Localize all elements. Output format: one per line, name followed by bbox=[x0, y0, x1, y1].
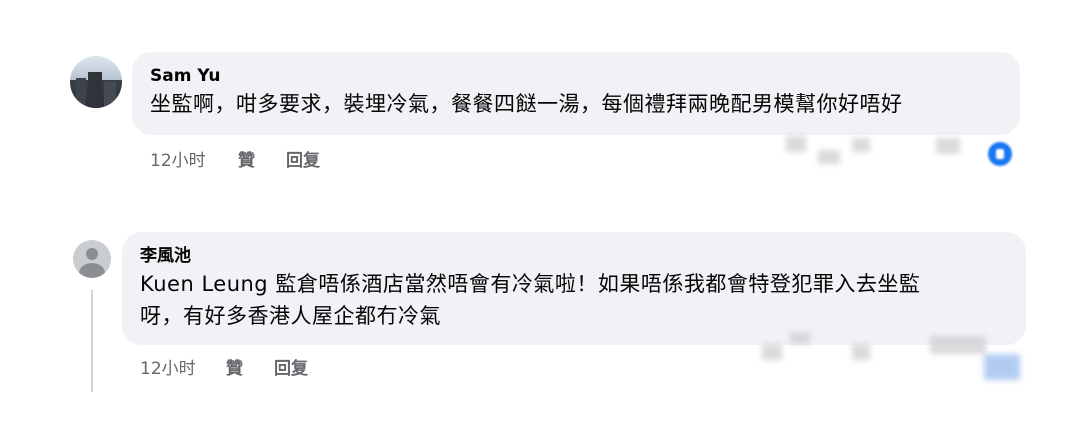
avatar-photo-building bbox=[76, 78, 86, 108]
reply-button[interactable]: 回复 bbox=[286, 146, 320, 171]
avatar-photo-building bbox=[88, 72, 102, 108]
avatar-body-shape bbox=[79, 263, 105, 278]
blurred-region bbox=[852, 138, 870, 152]
blurred-region bbox=[762, 344, 782, 360]
avatar-head-shape bbox=[86, 248, 98, 260]
blurred-reaction-region bbox=[984, 354, 1020, 380]
comment-text-line-1: 監倉唔係酒店當然唔會有冷氣啦！如果唔係我都會特登犯罪入去坐監 bbox=[268, 272, 921, 296]
comment-text-line-2: 呀，有好多香港人屋企都冇冷氣 bbox=[140, 304, 441, 328]
reply-thread-line bbox=[91, 290, 93, 392]
comment-text: Kuen Leung 監倉唔係酒店當然唔會有冷氣啦！如果唔係我都會特登犯罪入去坐… bbox=[140, 268, 1008, 332]
blurred-region bbox=[818, 150, 840, 164]
comment-author[interactable]: 李風池 bbox=[140, 244, 1008, 268]
avatar-sam-yu[interactable] bbox=[70, 56, 122, 108]
like-button[interactable]: 贊 bbox=[238, 146, 255, 171]
blurred-region bbox=[852, 344, 870, 360]
like-reaction-icon[interactable] bbox=[986, 140, 1014, 168]
mention-tag[interactable]: Kuen Leung bbox=[140, 272, 268, 296]
avatar-photo-building bbox=[104, 82, 116, 108]
comment-bubble: Sam Yu 坐監啊，咁多要求，裝埋冷氣，餐餐四餸一湯，每個禮拜兩晚配男模幫你好… bbox=[132, 52, 1020, 135]
blurred-region bbox=[786, 136, 806, 152]
blurred-region bbox=[936, 138, 960, 154]
comment-timestamp[interactable]: 12小时 bbox=[150, 146, 206, 171]
comment-bubble: 李風池 Kuen Leung 監倉唔係酒店當然唔會有冷氣啦！如果唔係我都會特登犯… bbox=[122, 232, 1026, 345]
blurred-region bbox=[790, 332, 810, 344]
comment-timestamp[interactable]: 12小时 bbox=[140, 354, 196, 379]
avatar-default-user[interactable] bbox=[73, 240, 111, 278]
comment-author[interactable]: Sam Yu bbox=[150, 64, 1002, 88]
blurred-region bbox=[930, 336, 986, 354]
comment-text: 坐監啊，咁多要求，裝埋冷氣，餐餐四餸一湯，每個禮拜兩晚配男模幫你好唔好 bbox=[150, 92, 903, 116]
reply-button[interactable]: 回复 bbox=[274, 354, 308, 379]
like-button[interactable]: 贊 bbox=[226, 354, 243, 379]
